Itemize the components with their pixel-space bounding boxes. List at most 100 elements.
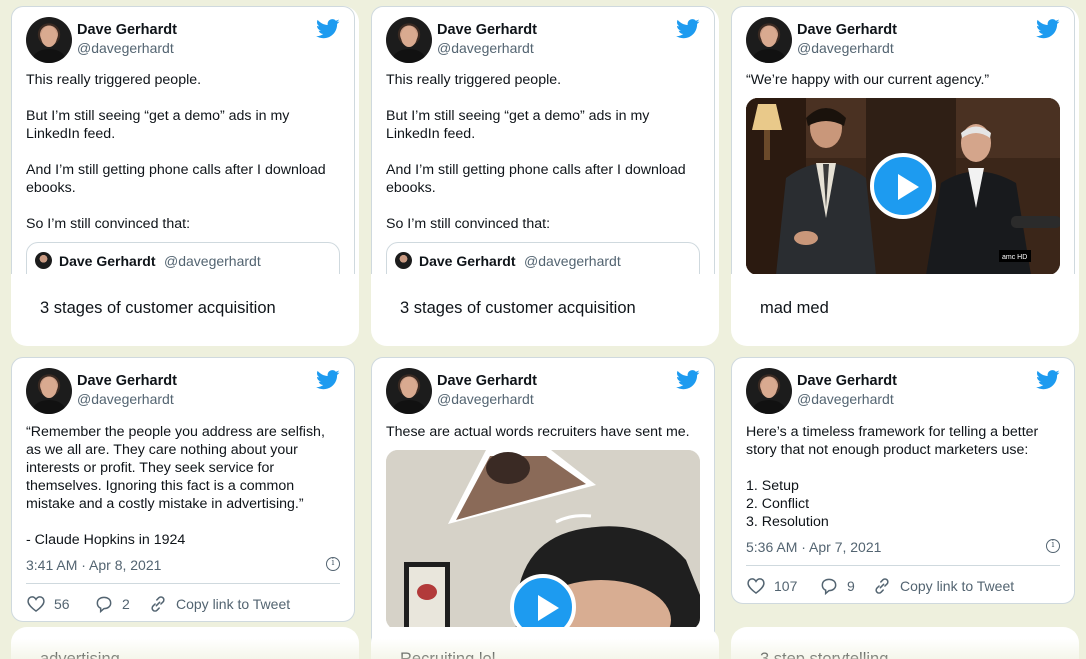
author-handle[interactable]: @davegerhardt — [797, 391, 894, 407]
author-name[interactable]: Dave Gerhardt — [437, 373, 537, 389]
tweet-paragraph: But I’m still seeing “get a demo” ads in… — [386, 108, 650, 142]
tweet-header: Dave Gerhardt @davegerhardt — [26, 17, 340, 63]
tweet-actions: 107 9 Copy link to Tweet — [746, 576, 1060, 596]
avatar[interactable] — [746, 17, 792, 63]
heart-icon — [27, 596, 45, 613]
tweet-paragraph: “Remember the people you address are sel… — [26, 424, 325, 512]
quoted-avatar — [395, 252, 412, 269]
reply-button[interactable]: 9 — [819, 576, 855, 596]
tweet-header: Dave Gerhardt @davegerhardt — [746, 368, 1060, 414]
tweet-embed[interactable]: Dave Gerhardt @davegerhardt These are ac… — [371, 357, 715, 659]
tweet-embed[interactable]: Dave Gerhardt @davegerhardt “Remember th… — [11, 357, 355, 622]
tweet-paragraph: These are actual words recruiters have s… — [386, 424, 690, 440]
author-handle[interactable]: @davegerhardt — [77, 40, 174, 56]
quoted-author-name: Dave Gerhardt — [59, 253, 156, 269]
tweet-text: This really triggered people. But I’m st… — [386, 71, 700, 233]
copy-link-label: Copy link to Tweet — [176, 596, 291, 612]
card-caption[interactable]: 3 step storytelling — [760, 650, 888, 659]
card-advertising[interactable]: advertising — [11, 627, 359, 659]
quoted-tweet[interactable]: Dave Gerhardt @davegerhardt — [386, 242, 700, 274]
tweet-header: Dave Gerhardt @davegerhardt — [386, 368, 700, 414]
twitter-bird-icon[interactable] — [316, 370, 340, 390]
card-caption[interactable]: Recruiting lol — [400, 650, 495, 659]
card-caption[interactable]: mad med — [760, 299, 829, 318]
quoted-author-handle: @davegerhardt — [524, 253, 621, 269]
tweet-text: This really triggered people. But I’m st… — [26, 71, 340, 233]
avatar[interactable] — [26, 17, 72, 63]
twitter-bird-icon[interactable] — [676, 19, 700, 39]
like-count: 107 — [774, 578, 798, 594]
tweet-paragraph: So I’m still convinced that: — [386, 216, 551, 232]
author-name[interactable]: Dave Gerhardt — [77, 22, 177, 38]
reply-button[interactable]: 2 — [94, 594, 130, 614]
tweet-paragraph: - Claude Hopkins in 1924 — [26, 532, 186, 548]
avatar[interactable] — [26, 368, 72, 414]
tweet-text: Here’s a timeless framework for telling … — [746, 423, 1060, 531]
tweet-text: “Remember the people you address are sel… — [26, 423, 340, 549]
card-storytelling[interactable]: 3 step storytelling — [731, 627, 1079, 659]
info-icon[interactable]: i — [1046, 539, 1060, 553]
tweet-paragraph: “We’re happy with our current agency.” — [746, 72, 990, 88]
divider — [26, 583, 340, 584]
heart-icon — [747, 578, 765, 595]
twitter-bird-icon[interactable] — [676, 370, 700, 390]
tweet-meta: 3:41 AM · Apr 8, 2021 i — [26, 557, 340, 573]
tweet-embed[interactable]: Dave Gerhardt @davegerhardt This really … — [11, 6, 355, 274]
copy-link-button[interactable]: Copy link to Tweet — [148, 594, 290, 614]
tweet-header: Dave Gerhardt @davegerhardt — [386, 17, 700, 63]
copy-link-label: Copy link to Tweet — [900, 578, 1015, 594]
like-button[interactable]: 107 — [746, 576, 797, 596]
tweet-paragraph: This really triggered people. — [26, 72, 202, 88]
author-name[interactable]: Dave Gerhardt — [797, 22, 897, 38]
quoted-author-name: Dave Gerhardt — [419, 253, 516, 269]
tweet-header: Dave Gerhardt @davegerhardt — [746, 17, 1060, 63]
channel-badge: amc HD — [1002, 254, 1027, 261]
author-name[interactable]: Dave Gerhardt — [437, 22, 537, 38]
reply-icon — [96, 596, 112, 614]
play-button[interactable] — [870, 153, 936, 219]
reply-count: 2 — [122, 596, 130, 612]
tweet-timestamp[interactable]: 5:36 AM · Apr 7, 2021 — [746, 539, 881, 555]
author-name[interactable]: Dave Gerhardt — [797, 373, 897, 389]
tweet-paragraph: And I’m still getting phone calls after … — [386, 162, 686, 196]
author-name[interactable]: Dave Gerhardt — [77, 373, 177, 389]
tweet-timestamp[interactable]: 3:41 AM · Apr 8, 2021 — [26, 557, 161, 573]
tweet-meta: 5:36 AM · Apr 7, 2021 i — [746, 539, 1060, 555]
author-handle[interactable]: @davegerhardt — [77, 391, 174, 407]
info-icon[interactable]: i — [326, 557, 340, 571]
twitter-bird-icon[interactable] — [316, 19, 340, 39]
video-thumbnail[interactable] — [386, 450, 700, 630]
tweet-paragraph: This really triggered people. — [386, 72, 562, 88]
reply-icon — [821, 578, 837, 596]
tweet-paragraph: But I’m still seeing “get a demo” ads in… — [26, 108, 290, 142]
tweet-paragraph: And I’m still getting phone calls after … — [26, 162, 326, 196]
avatar[interactable] — [386, 17, 432, 63]
tweet-paragraph: So I’m still convinced that: — [26, 216, 191, 232]
copy-link-button[interactable]: Copy link to Tweet — [872, 576, 1014, 596]
card-caption[interactable]: 3 stages of customer acquisition — [40, 299, 276, 318]
author-handle[interactable]: @davegerhardt — [797, 40, 894, 56]
tweet-text: These are actual words recruiters have s… — [386, 423, 700, 441]
tweet-header: Dave Gerhardt @davegerhardt — [26, 368, 340, 414]
card-recruiting[interactable]: Recruiting lol — [371, 627, 719, 659]
tweet-text: “We’re happy with our current agency.” — [746, 71, 1060, 89]
card-caption[interactable]: 3 stages of customer acquisition — [400, 299, 636, 318]
author-handle[interactable]: @davegerhardt — [437, 40, 534, 56]
card-caption[interactable]: advertising — [40, 650, 120, 659]
tweet-embed[interactable]: Dave Gerhardt @davegerhardt “We’re happy… — [731, 6, 1075, 274]
link-icon — [151, 596, 165, 612]
like-button[interactable]: 56 — [26, 594, 70, 614]
video-thumbnail[interactable]: amc HD — [746, 98, 1060, 274]
twitter-bird-icon[interactable] — [1036, 370, 1060, 390]
quoted-author-handle: @davegerhardt — [164, 253, 261, 269]
author-handle[interactable]: @davegerhardt — [437, 391, 534, 407]
avatar[interactable] — [746, 368, 792, 414]
quoted-tweet[interactable]: Dave Gerhardt @davegerhardt — [26, 242, 340, 274]
twitter-bird-icon[interactable] — [1036, 19, 1060, 39]
avatar[interactable] — [386, 368, 432, 414]
divider — [746, 565, 1060, 566]
tweet-embed[interactable]: Dave Gerhardt @davegerhardt This really … — [371, 6, 715, 274]
tweet-embed[interactable]: Dave Gerhardt @davegerhardt Here’s a tim… — [731, 357, 1075, 604]
play-icon — [898, 174, 919, 200]
play-icon — [538, 595, 559, 621]
